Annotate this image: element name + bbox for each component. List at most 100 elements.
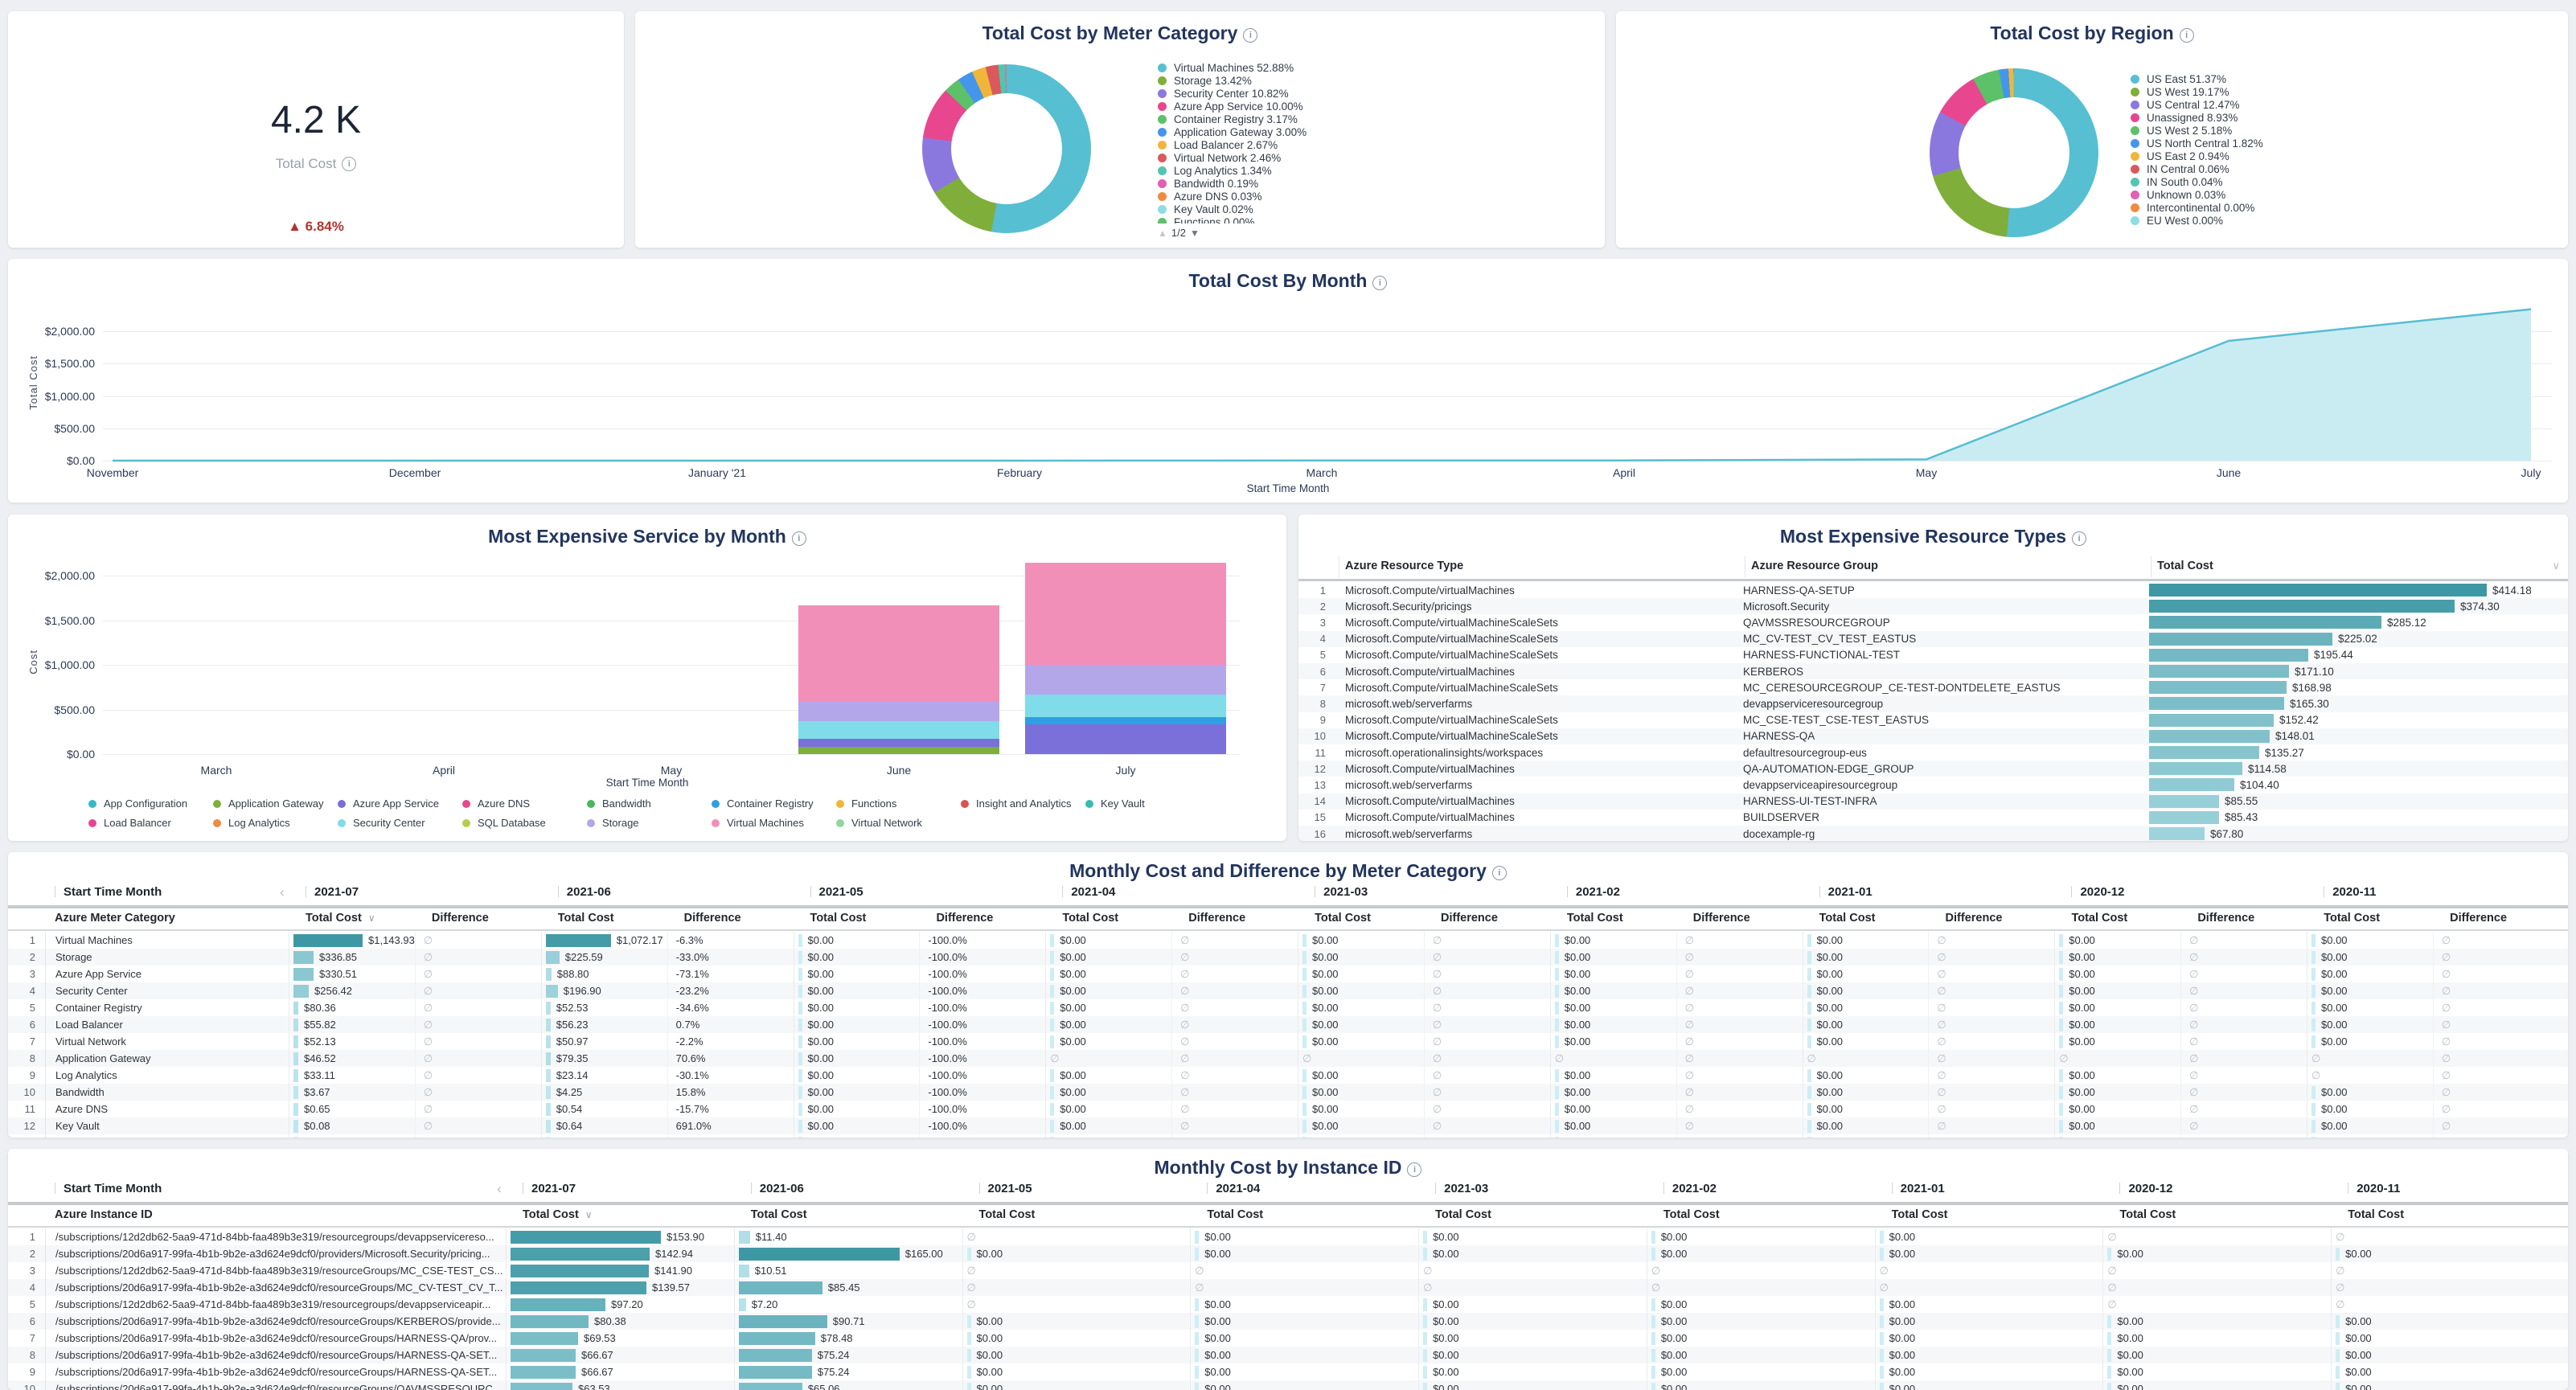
cost-bar[interactable] — [2311, 1103, 2316, 1116]
cost-bar[interactable] — [2149, 665, 2289, 678]
cost-bar[interactable] — [511, 1248, 650, 1261]
cost-bar[interactable] — [1050, 1069, 1054, 1082]
cost-bar[interactable] — [2059, 1137, 2063, 1138]
cost-bar[interactable] — [1050, 1019, 1054, 1031]
cost-bar[interactable] — [546, 1086, 551, 1099]
cost-bar[interactable] — [798, 1120, 802, 1133]
cost-bar[interactable] — [1302, 1002, 1306, 1015]
bar-segment[interactable] — [1025, 717, 1226, 724]
cost-bar[interactable] — [293, 1086, 298, 1099]
bar-segment[interactable] — [798, 701, 999, 721]
stacked-bar-june[interactable] — [798, 605, 999, 754]
cost-bar[interactable] — [1807, 1019, 1811, 1031]
column-header-total-cost[interactable]: Total Cost — [558, 912, 614, 925]
cost-bar[interactable] — [546, 1002, 551, 1015]
column-header-total-cost[interactable]: Total Cost — [1207, 1208, 1263, 1221]
cost-bar[interactable] — [1195, 1298, 1199, 1311]
table-row[interactable]: 4Security Center$256.42∅$196.90-23.2%$0.… — [8, 982, 2568, 999]
cost-bar[interactable] — [293, 968, 314, 981]
cost-bar[interactable] — [546, 1069, 551, 1082]
sort-arrow-icon[interactable]: ∨ — [585, 1209, 593, 1220]
info-icon[interactable]: i — [1407, 1162, 1421, 1177]
cost-bar[interactable] — [1195, 1366, 1199, 1379]
cost-bar[interactable] — [1195, 1315, 1199, 1328]
cost-bar[interactable] — [1880, 1231, 1884, 1244]
info-icon[interactable]: i — [342, 157, 356, 171]
table-row[interactable]: 16microsoft.web/serverfarmsdocexample-rg… — [1298, 826, 2568, 841]
cost-bar[interactable] — [2311, 934, 2316, 947]
cost-bar[interactable] — [1651, 1315, 1655, 1328]
cost-bar[interactable] — [2149, 746, 2259, 759]
cost-bar[interactable] — [2311, 1120, 2316, 1133]
legend-item[interactable]: App Configuration — [88, 798, 213, 810]
cost-bar[interactable] — [1302, 1086, 1306, 1099]
column-header-difference[interactable]: Difference — [936, 912, 993, 925]
table-row[interactable]: 2/subscriptions/20d6a917-99fa-4b1b-9b2e-… — [8, 1245, 2568, 1262]
legend-item[interactable]: Bandwidth — [587, 798, 712, 810]
legend-item[interactable]: Load Balancer — [88, 817, 213, 829]
info-icon[interactable]: i — [1372, 276, 1387, 290]
cost-bar[interactable] — [1555, 985, 1559, 998]
cost-bar[interactable] — [546, 1019, 551, 1031]
bar-segment[interactable] — [798, 747, 999, 754]
cost-bar[interactable] — [293, 1002, 298, 1015]
cost-bar[interactable] — [2149, 600, 2455, 613]
table-row[interactable]: 7/subscriptions/20d6a917-99fa-4b1b-9b2e-… — [8, 1330, 2568, 1347]
cost-bar[interactable] — [1423, 1315, 1427, 1328]
cost-bar[interactable] — [2059, 1019, 2063, 1031]
cost-bar[interactable] — [1423, 1349, 1427, 1362]
cost-bar[interactable] — [739, 1366, 812, 1379]
cost-bar[interactable] — [2149, 681, 2287, 694]
cost-bar[interactable] — [2149, 730, 2270, 743]
table-row[interactable]: 6Load Balancer$55.82∅$56.230.7%$0.00-100… — [8, 1016, 2568, 1033]
cost-bar[interactable] — [511, 1332, 578, 1345]
legend-item[interactable]: Azure DNS — [462, 798, 587, 810]
cost-bar[interactable] — [511, 1383, 572, 1390]
column-header-difference[interactable]: Difference — [2197, 912, 2254, 925]
cost-bar[interactable] — [1651, 1383, 1655, 1390]
cost-bar[interactable] — [2059, 1086, 2063, 1099]
cost-bar[interactable] — [1302, 1069, 1306, 1082]
cost-bar[interactable] — [1302, 1120, 1306, 1133]
cost-bar[interactable] — [546, 985, 558, 998]
table-row[interactable]: 10Microsoft.Compute/virtualMachineScaleS… — [1298, 728, 2568, 744]
cost-bar[interactable] — [293, 1019, 298, 1031]
legend-item[interactable]: Log Analytics — [213, 817, 338, 829]
cost-bar[interactable] — [2059, 1069, 2063, 1082]
cost-bar[interactable] — [2311, 1137, 2316, 1138]
legend-item[interactable]: Container Registry — [712, 798, 836, 810]
bar-segment[interactable] — [1025, 665, 1226, 695]
legend-item[interactable]: Storage 13.42% — [1158, 74, 1495, 87]
row-header[interactable]: Azure Meter Category — [55, 912, 175, 925]
table-row[interactable]: 9/subscriptions/20d6a917-99fa-4b1b-9b2e-… — [8, 1363, 2568, 1380]
table-row[interactable]: 3Azure App Service$330.51∅$88.80-73.1%$0… — [8, 966, 2568, 982]
cost-bar[interactable] — [2336, 1315, 2340, 1328]
pager-up-icon[interactable]: ▲ — [1158, 228, 1167, 239]
cost-bar[interactable] — [2059, 1002, 2063, 1015]
cost-bar[interactable] — [1807, 1035, 1811, 1048]
legend-item[interactable]: Unassigned 8.93% — [2131, 111, 2468, 124]
cost-bar[interactable] — [2059, 1103, 2063, 1116]
legend-item[interactable]: Application Gateway — [213, 798, 338, 810]
cost-bar[interactable] — [739, 1231, 750, 1244]
cost-bar[interactable] — [739, 1281, 822, 1294]
cost-bar[interactable] — [739, 1315, 827, 1328]
cost-bar[interactable] — [2149, 778, 2234, 791]
cost-bar[interactable] — [2311, 1035, 2316, 1048]
cost-bar[interactable] — [546, 1052, 551, 1065]
table-row[interactable]: 12Microsoft.Compute/virtualMachinesQA-AU… — [1298, 761, 2568, 777]
legend-item[interactable]: US North Central 1.82% — [2131, 137, 2468, 150]
cost-bar[interactable] — [1651, 1298, 1655, 1311]
cost-bar[interactable] — [1195, 1383, 1199, 1390]
cost-bar[interactable] — [967, 1366, 971, 1379]
cost-bar[interactable] — [1423, 1332, 1427, 1345]
cost-bar[interactable] — [2149, 795, 2219, 808]
cost-bar[interactable] — [798, 1019, 802, 1031]
chevron-left-icon[interactable]: ‹ — [497, 1181, 502, 1197]
cost-bar[interactable] — [1195, 1248, 1199, 1261]
cost-bar[interactable] — [1050, 951, 1054, 964]
cost-bar[interactable] — [1302, 1137, 1306, 1138]
cost-bar[interactable] — [1302, 985, 1306, 998]
legend-item[interactable]: Log Analytics 1.34% — [1158, 164, 1495, 177]
cost-bar[interactable] — [739, 1248, 900, 1261]
